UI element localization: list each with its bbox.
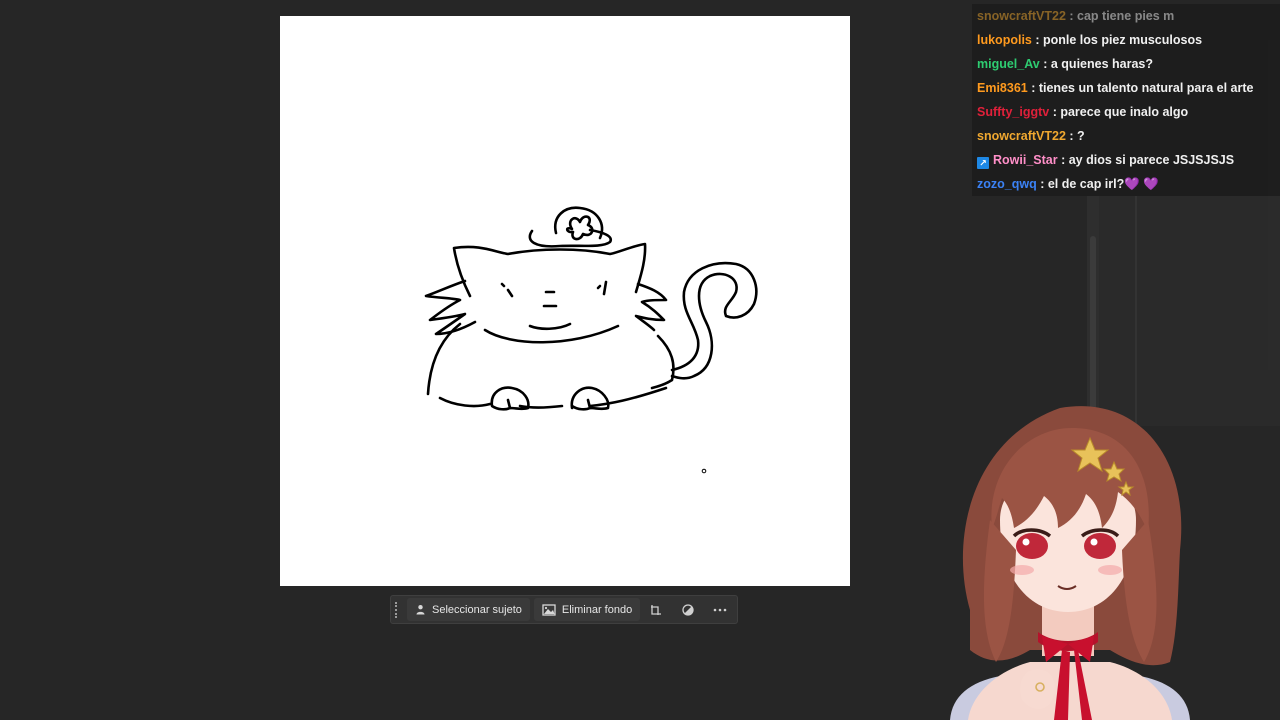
chat-text: ? <box>1077 129 1085 143</box>
chat-username[interactable]: snowcraftVT22 <box>977 9 1066 23</box>
avatar-left-eye-shine <box>1022 538 1030 546</box>
hat-crown <box>553 206 604 240</box>
select-subject-button[interactable]: Seleccionar sujeto <box>407 598 530 621</box>
cat-nose <box>542 290 558 308</box>
left-eye <box>500 282 514 298</box>
chat-message: Emi8361 : tienes un talento natural para… <box>972 76 1280 100</box>
avatar-right-eye-shine <box>1090 538 1098 546</box>
chat-separator: : <box>1065 129 1078 143</box>
avatar-right-blush <box>1098 565 1122 575</box>
chat-username[interactable]: snowcraftVT22 <box>977 129 1066 143</box>
chat-separator: : <box>1031 33 1043 47</box>
prime-badge-icon: ↗ <box>977 157 989 169</box>
panel-divider <box>1135 196 1137 426</box>
cat-mouth <box>528 322 572 331</box>
chat-text: cap tiene pies m <box>1077 9 1175 23</box>
crop-transform-button[interactable] <box>640 598 672 621</box>
chat-message: miguel_Av : a quienes haras? <box>972 52 1280 76</box>
adjust-button[interactable] <box>672 598 704 621</box>
avatar-shoulders <box>968 662 1172 720</box>
chat-text: ponle los piez musculosos <box>1042 33 1203 47</box>
more-options-icon <box>713 608 727 611</box>
grip-icon[interactable] <box>391 596 403 623</box>
adjust-contrast-icon <box>682 603 694 616</box>
chat-separator: : <box>1036 177 1048 191</box>
chat-message: snowcraftVT22 : ? <box>972 124 1280 148</box>
more-options-button[interactable] <box>704 598 736 621</box>
chat-separator: : <box>1065 9 1078 23</box>
brush-cursor <box>701 468 707 474</box>
cat-head <box>452 242 647 298</box>
chat-message: lukopolis : ponle los piez musculosos <box>972 28 1280 52</box>
avatar-left-blush <box>1010 565 1034 575</box>
avatar-right-eye <box>1084 533 1116 559</box>
cat-bottom <box>438 386 668 409</box>
right-eye <box>596 280 608 296</box>
cat-body-right <box>650 334 675 390</box>
right-fur <box>634 282 668 332</box>
chat-username[interactable]: zozo_qwq <box>977 177 1037 191</box>
remove-background-label: Eliminar fondo <box>561 603 633 616</box>
contextual-task-bar: Seleccionar sujeto Eliminar fondo <box>390 595 738 624</box>
chat-username[interactable]: miguel_Av <box>977 57 1040 71</box>
chat-username[interactable]: Rowii_Star <box>993 153 1058 167</box>
crop-transform-icon <box>651 604 662 615</box>
chat-text: parece que inalo algo <box>1060 105 1189 119</box>
chat-message: Suffty_iggtv : parece que inalo algo <box>972 100 1280 124</box>
cat-drawing <box>424 206 758 474</box>
person-select-icon <box>416 605 425 615</box>
chat-username[interactable]: lukopolis <box>977 33 1032 47</box>
chat-overlay: snowcraftVT22 : cap tiene pies m lukopoli… <box>972 4 1280 196</box>
chat-message: ↗ Rowii_Star : ay dios si parece JSJSJSJS <box>972 148 1280 172</box>
stream-frame: Seleccionar sujeto Eliminar fondo snowcr… <box>0 0 1280 720</box>
panel-scrollbar-thumb[interactable] <box>1090 236 1096 416</box>
chat-username[interactable]: Suffty_iggtv <box>977 105 1049 119</box>
chat-text: tienes un talento natural para el arte <box>1038 81 1254 95</box>
remove-background-button[interactable]: Eliminar fondo <box>533 598 641 621</box>
chat-message: snowcraftVT22 : cap tiene pies m <box>972 4 1280 28</box>
vtuber-avatar <box>950 406 1190 720</box>
select-subject-label: Seleccionar sujeto <box>432 603 522 616</box>
hat-flower <box>565 215 594 241</box>
chat-username[interactable]: Emi8361 <box>977 81 1028 95</box>
right-panel-area <box>1099 196 1280 426</box>
chat-separator: : <box>1039 57 1051 71</box>
avatar-left-eye <box>1016 533 1048 559</box>
chat-message: zozo_qwq : el de cap irl?💜 💜 <box>972 172 1280 196</box>
chat-text: a quienes haras? <box>1050 57 1153 71</box>
chat-text: ay dios si parece JSJSJSJS <box>1068 153 1235 167</box>
image-remove-icon <box>542 603 556 616</box>
chat-separator: : <box>1057 153 1069 167</box>
chat-separator: : <box>1027 81 1039 95</box>
chat-text: el de cap irl?💜 💜 <box>1047 177 1159 191</box>
cat-tail <box>670 261 758 380</box>
chat-separator: : <box>1049 105 1061 119</box>
drawing-canvas[interactable] <box>280 16 850 586</box>
